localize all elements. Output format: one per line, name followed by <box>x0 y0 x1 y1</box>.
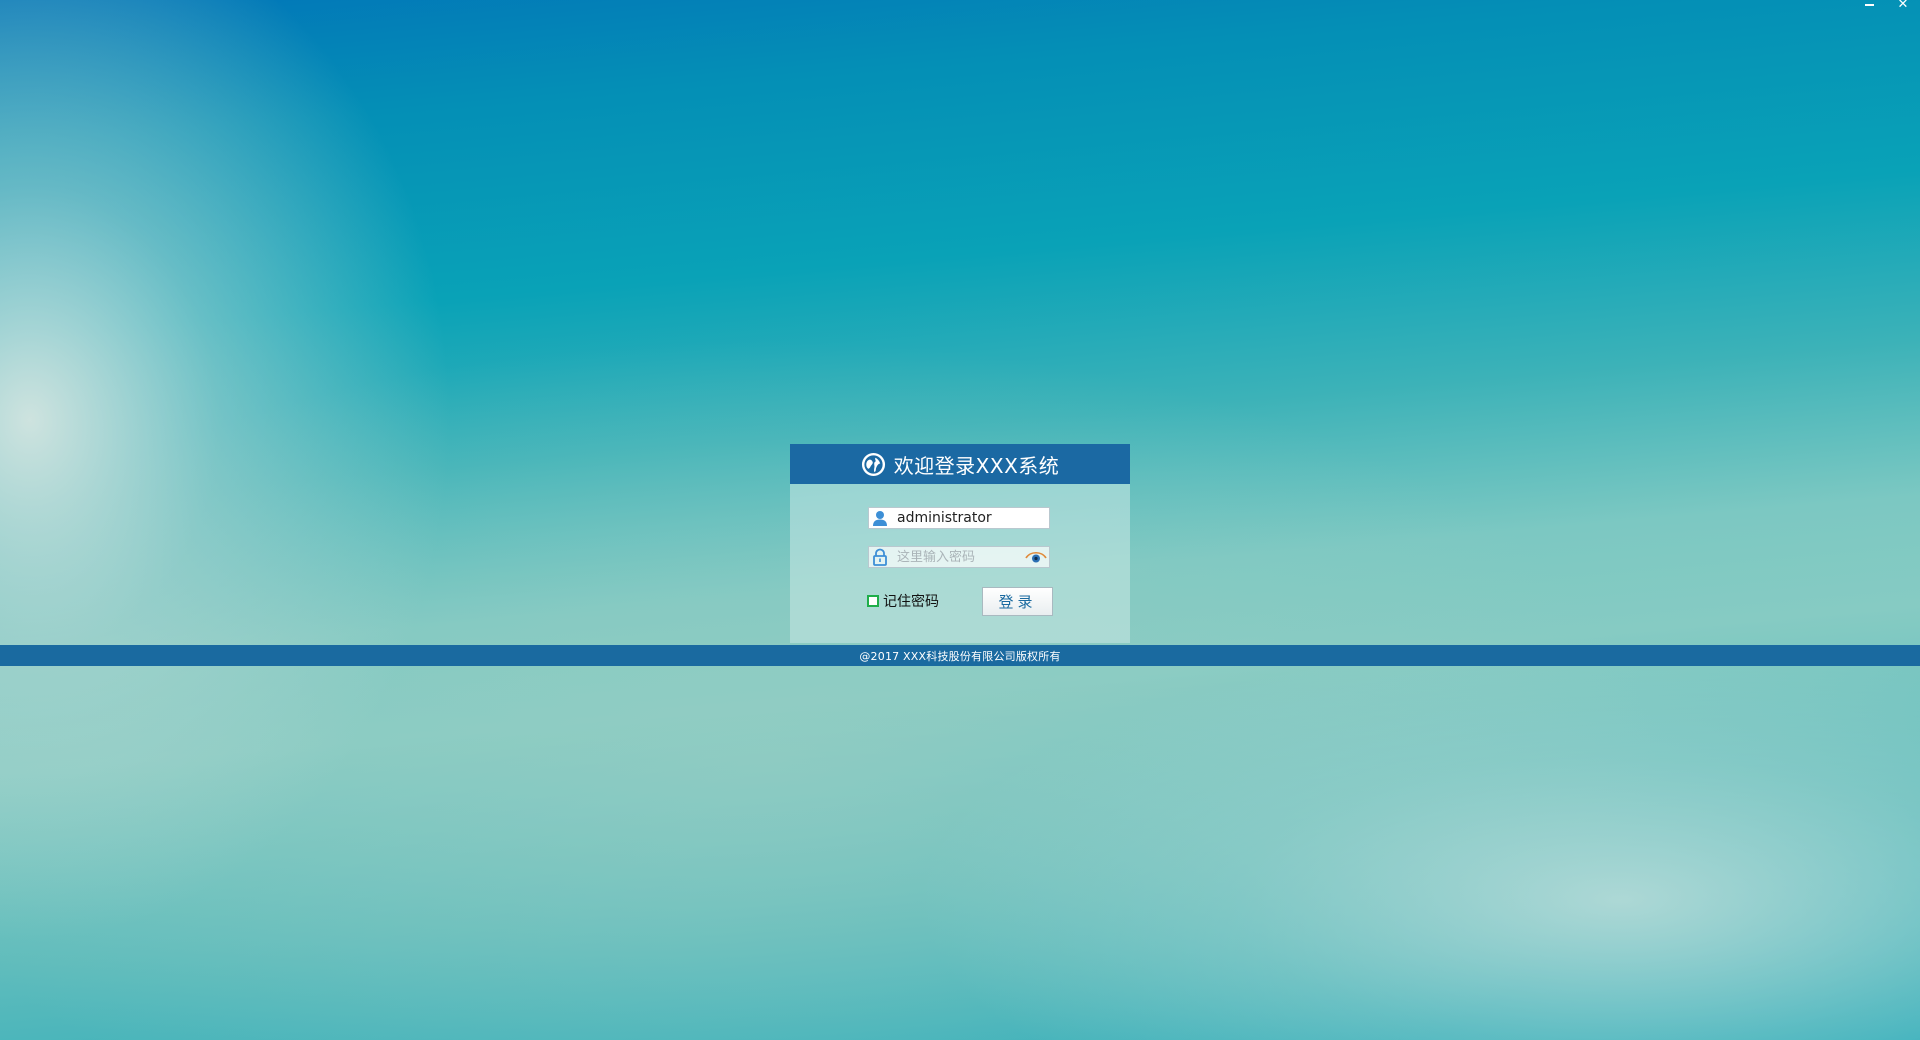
password-field <box>868 546 1050 568</box>
login-title: 欢迎登录XXX系统 <box>893 453 1060 478</box>
copyright-text: @2017 XXX科技股份有限公司版权所有 <box>859 649 1061 663</box>
lock-icon <box>873 548 887 566</box>
username-field <box>868 507 1050 529</box>
footer-band: @2017 XXX科技股份有限公司版权所有 <box>0 645 1920 666</box>
globe-icon <box>861 452 885 476</box>
user-icon <box>873 511 887 526</box>
username-input[interactable] <box>897 510 1017 526</box>
remember-label: 记住密码 <box>883 594 939 610</box>
window-controls: ✕ <box>1852 0 1920 14</box>
login-panel: 欢迎登录XXX系统 记住密码 登 <box>790 444 1130 643</box>
minimize-button[interactable] <box>1852 0 1886 14</box>
remember-checkbox[interactable] <box>867 595 879 607</box>
minimize-icon <box>1864 4 1874 6</box>
eye-icon[interactable] <box>1025 550 1047 564</box>
login-button[interactable]: 登录 <box>982 587 1053 616</box>
login-screen: ✕ 欢迎登录XXX系统 administrator 记住密码 登录 @2017 … <box>0 0 1920 1040</box>
remember-password[interactable]: 记住密码 <box>867 591 939 611</box>
close-button[interactable]: ✕ <box>1886 0 1920 14</box>
login-header: 欢迎登录XXX系统 <box>790 444 1130 484</box>
close-icon: ✕ <box>1897 0 1909 12</box>
password-input[interactable] <box>897 549 1017 565</box>
